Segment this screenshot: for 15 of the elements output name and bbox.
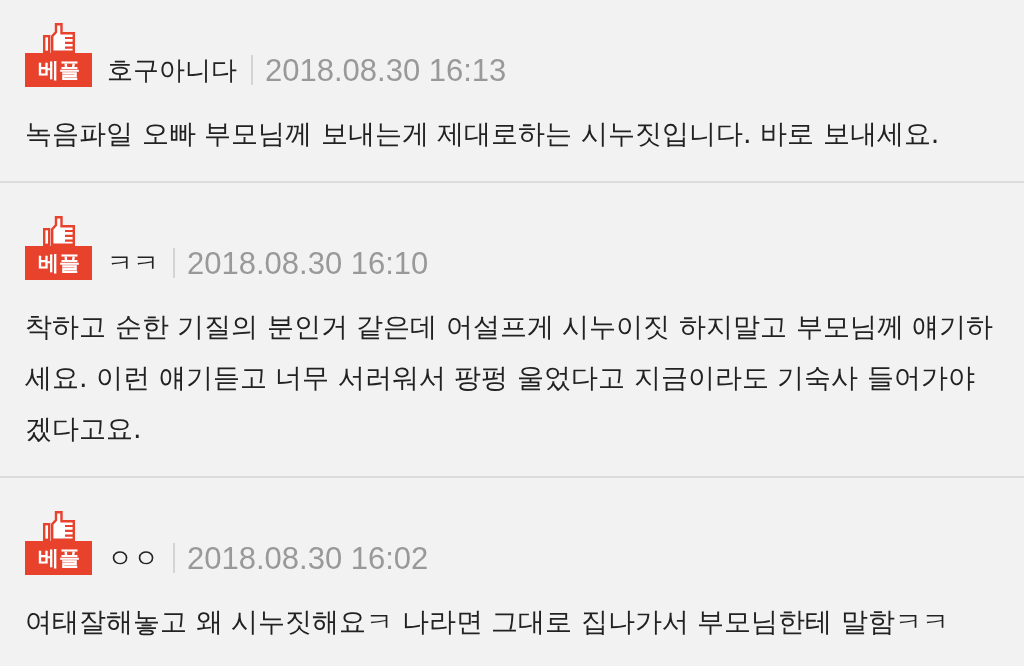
comment-date: 2018.08.30 16:10 [187,247,429,279]
best-badge: 베플 [25,246,92,280]
comment-text: 착하고 순한 기질의 분인거 같은데 어설프게 시누이짓 하지말고 부모님께 얘기하세요. 이런 얘기듣고 너무 서러워서 팡펑 울었다고 지금이라도 기숙사 들어가야겠다고요. [25,310,995,446]
comment-author: 호구아니다 [107,57,237,83]
comment-date: 2018.08.30 16:13 [265,54,507,86]
thumbs-up-icon [43,511,75,541]
comment-author: ㅋㅋ [107,250,159,276]
comment-author: ㅇㅇ [107,545,159,571]
best-badge: 베플 [25,541,92,575]
comment-text: 여태잘해놓고 왜 시누짓해요ㅋ 나라면 그대로 집나가서 부모님한테 말함ㅋㅋ [25,605,951,639]
comment-text: 녹음파일 오빠 부모님께 보내는게 제대로하는 시누짓입니다. 바로 보내세요. [25,117,941,151]
best-badge: 베플 [25,53,92,87]
thumbs-up-icon [43,216,75,246]
comment-date: 2018.08.30 16:02 [187,542,429,574]
thumbs-up-icon [43,23,75,53]
